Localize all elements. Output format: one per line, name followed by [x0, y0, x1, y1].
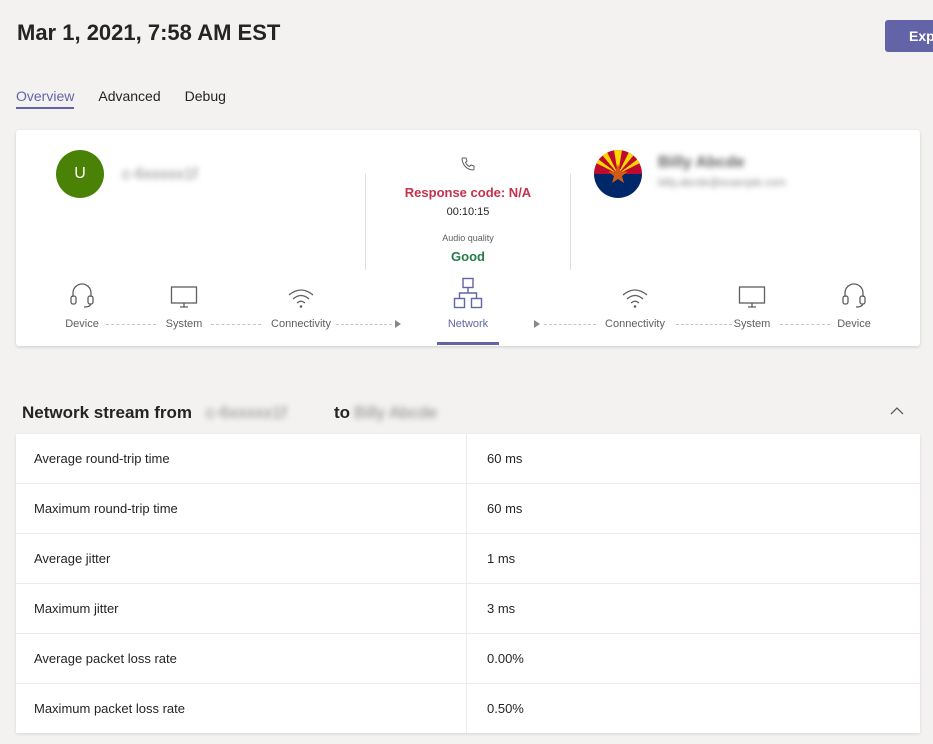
table-row: Maximum round-trip time 60 ms: [16, 484, 920, 534]
metric-value: 0.00%: [487, 651, 524, 666]
tab-overview[interactable]: Overview: [16, 88, 75, 109]
path-node-system-right[interactable]: System: [702, 282, 802, 330]
callee-email: billy.abcde@example.com: [658, 177, 786, 189]
call-summary-card: U c-6xxxxx1f Response code: N/A 00:10:15…: [16, 130, 920, 346]
path-node-device-left[interactable]: Device: [32, 282, 132, 330]
chevron-up-icon[interactable]: [888, 402, 906, 425]
tab-bar: Overview Advanced Debug: [16, 88, 250, 109]
tab-debug[interactable]: Debug: [185, 88, 226, 109]
stream-to: Billy Abcde: [354, 403, 438, 422]
path-arrow: [395, 320, 401, 328]
wifi-icon: [621, 287, 649, 314]
network-icon: [453, 277, 483, 314]
wifi-icon: [287, 287, 315, 314]
monitor-icon: [170, 285, 198, 314]
stream-from: c-6xxxxx1f: [206, 403, 287, 422]
metric-label: Maximum round-trip time: [16, 484, 467, 533]
metric-label: Average jitter: [16, 534, 467, 583]
call-duration: 00:10:15: [446, 206, 490, 218]
phone-icon: [460, 156, 476, 177]
audio-quality-value: Good: [451, 249, 485, 264]
table-row: Average jitter 1 ms: [16, 534, 920, 584]
network-metrics-table: Average round-trip time 60 ms Maximum ro…: [16, 434, 920, 733]
metric-label: Average packet loss rate: [16, 634, 467, 683]
page-title: Mar 1, 2021, 7:58 AM EST: [17, 20, 281, 45]
export-button[interactable]: Exp: [885, 20, 933, 52]
headset-icon: [841, 281, 867, 314]
metric-value: 0.50%: [487, 701, 524, 716]
path-node-label: Device: [837, 318, 871, 330]
metric-value: 3 ms: [487, 601, 516, 616]
stream-to-word: to: [334, 403, 351, 422]
metric-label: Maximum jitter: [16, 584, 467, 633]
caller-avatar: U: [56, 150, 104, 198]
monitor-icon: [738, 285, 766, 314]
caller-name: c-6xxxxx1f: [122, 166, 198, 183]
response-code: Response code: N/A: [404, 185, 532, 200]
path-node-device-right[interactable]: Device: [804, 282, 904, 330]
metric-value: 60 ms: [487, 451, 523, 466]
stream-title: Network stream from: [22, 403, 193, 422]
audio-quality-label: Audio quality: [442, 233, 494, 243]
table-row: Maximum packet loss rate 0.50%: [16, 684, 920, 733]
path-node-system-left[interactable]: System: [134, 282, 234, 330]
path-node-connectivity-left[interactable]: Connectivity: [251, 282, 351, 330]
metric-label: Average round-trip time: [16, 434, 467, 483]
table-row: Maximum jitter 3 ms: [16, 584, 920, 634]
path-node-label: Connectivity: [271, 318, 331, 330]
metric-label: Maximum packet loss rate: [16, 684, 467, 733]
callee-avatar: [594, 150, 642, 198]
path-node-label: Device: [65, 318, 99, 330]
path-arrow: [534, 320, 540, 328]
callee-name: Billy Abcde: [658, 154, 745, 171]
path-node-connectivity-right[interactable]: Connectivity: [585, 282, 685, 330]
path-node-label: System: [165, 318, 203, 330]
table-row: Average packet loss rate 0.00%: [16, 634, 920, 684]
path-node-label: Network: [447, 318, 489, 330]
metric-value: 60 ms: [487, 501, 523, 516]
table-row: Average round-trip time 60 ms: [16, 434, 920, 484]
metric-value: 1 ms: [487, 551, 516, 566]
active-node-indicator: [437, 342, 499, 345]
path-node-label: System: [733, 318, 771, 330]
headset-icon: [69, 281, 95, 314]
path-node-label: Connectivity: [605, 318, 665, 330]
path-node-network[interactable]: Network: [418, 277, 518, 330]
tab-advanced[interactable]: Advanced: [98, 88, 160, 109]
